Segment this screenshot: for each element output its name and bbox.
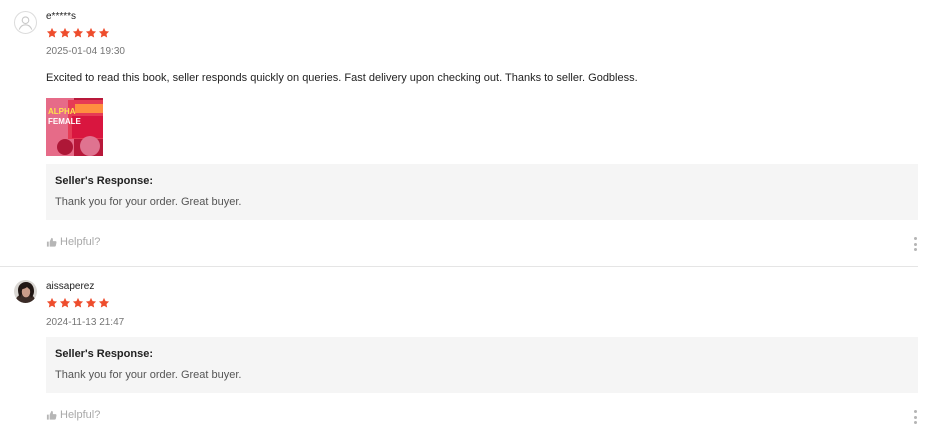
review-username: e*****s	[46, 11, 77, 22]
star-icon	[46, 27, 58, 38]
star-icon	[72, 297, 84, 308]
thumbs-up-icon	[46, 237, 57, 247]
seller-response: Seller's Response: Thank you for your or…	[46, 337, 918, 393]
seller-response-title: Seller's Response:	[55, 348, 153, 360]
more-options-icon[interactable]	[911, 410, 919, 424]
more-options-icon[interactable]	[911, 237, 919, 251]
seller-response-title: Seller's Response:	[55, 175, 153, 187]
seller-response-text: Thank you for your order. Great buyer.	[55, 196, 242, 208]
star-rating	[46, 297, 110, 309]
helpful-button[interactable]: Helpful?	[46, 409, 100, 421]
star-icon	[98, 27, 110, 38]
star-icon	[59, 27, 71, 38]
review-item: aissaperez 2024-11-13 21:47 Seller's Res…	[0, 267, 935, 436]
review-media-thumbnail[interactable]: ALPHA FEMALE	[46, 98, 103, 156]
review-username: aissaperez	[46, 281, 95, 292]
seller-response: Seller's Response: Thank you for your or…	[46, 164, 918, 220]
star-icon	[85, 27, 97, 38]
review-timestamp: 2025-01-04 19:30	[46, 46, 125, 57]
review-comment: Excited to read this book, seller respon…	[46, 72, 638, 84]
star-icon	[59, 297, 71, 308]
review-item: e*****s 2025-01-04 19:30 Excited to read…	[0, 0, 935, 266]
helpful-button[interactable]: Helpful?	[46, 236, 100, 248]
svg-text:ALPHA: ALPHA	[48, 107, 76, 116]
star-icon	[46, 297, 58, 308]
svg-text:FEMALE: FEMALE	[48, 117, 82, 126]
helpful-label: Helpful?	[60, 409, 101, 421]
helpful-label: Helpful?	[60, 236, 101, 248]
review-list: e*****s 2025-01-04 19:30 Excited to read…	[0, 0, 935, 436]
star-icon	[98, 297, 110, 308]
thumbs-up-icon	[46, 410, 57, 420]
star-icon	[85, 297, 97, 308]
seller-response-text: Thank you for your order. Great buyer.	[55, 369, 242, 381]
default-avatar-icon[interactable]	[14, 11, 37, 34]
star-icon	[72, 27, 84, 38]
star-rating	[46, 27, 110, 39]
review-timestamp: 2024-11-13 21:47	[46, 317, 125, 328]
